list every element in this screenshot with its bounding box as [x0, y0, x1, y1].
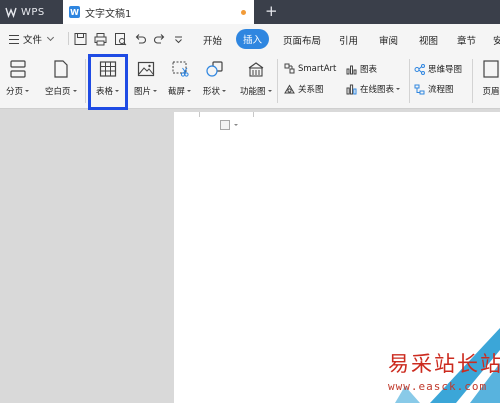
- relation-chart-label: 关系图: [298, 85, 324, 95]
- wps-tab-label: WPS: [21, 6, 45, 18]
- online-chart-icon: [346, 84, 357, 94]
- shapes-icon: [204, 58, 226, 80]
- dropdown-caret-icon: [72, 90, 77, 92]
- header-label: 页眉: [482, 87, 500, 97]
- online-chart-button[interactable]: 在线图表: [346, 83, 401, 95]
- flowchart-label: 流程图: [428, 85, 454, 95]
- page-break-button[interactable]: 分页: [6, 58, 30, 97]
- smartart-icon: [284, 63, 295, 74]
- ribbon-divider: [472, 59, 473, 103]
- relation-chart-icon: [284, 84, 295, 93]
- dropdown-caret-icon: [234, 124, 238, 126]
- tab-references[interactable]: 引用: [339, 33, 358, 47]
- blank-page-label: 空白页: [45, 87, 71, 97]
- title-bar: WPS W 文字文稿1 +: [0, 0, 500, 24]
- header-icon: [480, 58, 500, 80]
- picture-label: 图片: [134, 87, 152, 97]
- screenshot-label: 截屏: [168, 87, 186, 97]
- customize-toolbar-icon[interactable]: [172, 31, 185, 45]
- print-icon[interactable]: [94, 31, 107, 46]
- file-menu-button[interactable]: 文件: [9, 32, 55, 46]
- tab-chapter[interactable]: 章节: [457, 33, 476, 47]
- tab-view[interactable]: 视图: [419, 33, 438, 47]
- relation-chart-button[interactable]: 关系图: [284, 83, 324, 95]
- dropdown-caret-icon: [267, 90, 272, 92]
- mind-map-label: 思维导图: [428, 65, 463, 75]
- save-icon[interactable]: [74, 31, 87, 45]
- unsaved-indicator-icon: [241, 10, 246, 15]
- dropdown-caret-icon: [153, 90, 158, 92]
- mind-map-icon: [414, 63, 425, 75]
- smartart-button[interactable]: SmartArt: [284, 63, 336, 74]
- function-chart-button[interactable]: 功能图: [240, 58, 272, 97]
- ribbon-divider: [409, 59, 410, 103]
- page-break-icon: [7, 58, 29, 80]
- tab-start[interactable]: 开始: [203, 33, 222, 47]
- document-tab-title: 文字文稿1: [85, 8, 132, 20]
- document-tab[interactable]: W 文字文稿1: [63, 0, 254, 24]
- blank-page-icon: [50, 58, 72, 80]
- function-chart-label: 功能图: [240, 87, 266, 97]
- menu-divider: [68, 32, 69, 45]
- hamburger-menu-icon: [9, 34, 19, 44]
- ribbon-divider: [277, 59, 278, 103]
- chart-icon: [346, 65, 357, 74]
- paste-options-button[interactable]: [220, 120, 238, 130]
- ribbon-divider: [85, 59, 86, 103]
- flowchart-button[interactable]: 流程图: [414, 83, 454, 95]
- redo-icon[interactable]: [153, 31, 166, 45]
- dropdown-caret-icon: [187, 90, 192, 92]
- insert-ribbon: 分页 空白页 表格 图片 截屏 形状 功能图 SmartArt 图表 关系图 在…: [0, 53, 500, 109]
- shapes-button[interactable]: 形状: [203, 58, 227, 97]
- chevron-down-icon: [46, 33, 55, 42]
- tab-page-layout[interactable]: 页面布局: [283, 33, 321, 47]
- page-break-label: 分页: [6, 87, 24, 97]
- chart-button[interactable]: 图表: [346, 63, 377, 75]
- page-margin-mark: [253, 112, 277, 117]
- page-margin-mark: [188, 112, 200, 117]
- file-menu-label: 文件: [23, 35, 43, 46]
- print-preview-icon[interactable]: [114, 31, 127, 46]
- dropdown-caret-icon: [222, 90, 227, 92]
- watermark-url: www.easck.com: [388, 380, 488, 393]
- paste-options-icon: [220, 120, 230, 130]
- flowchart-icon: [414, 84, 425, 94]
- picture-icon: [135, 58, 157, 80]
- wps-home-tab[interactable]: WPS: [0, 0, 62, 24]
- menu-bar: 文件 开始 插入 页面布局 引用 审阅 视图 章节 安: [0, 24, 500, 53]
- smartart-label: SmartArt: [298, 63, 337, 74]
- tab-security[interactable]: 安: [493, 33, 500, 47]
- new-tab-button[interactable]: +: [265, 3, 278, 19]
- undo-icon[interactable]: [134, 31, 147, 45]
- watermark-text: 易采站长站: [388, 352, 500, 376]
- online-chart-label: 在线图表: [360, 85, 395, 95]
- writer-doc-icon: W: [69, 6, 80, 18]
- picture-button[interactable]: 图片: [134, 58, 158, 97]
- function-chart-icon: [245, 58, 267, 80]
- shapes-label: 形状: [203, 87, 221, 97]
- screenshot-icon: [169, 58, 191, 80]
- dropdown-caret-icon: [396, 88, 401, 90]
- tab-insert[interactable]: 插入: [236, 29, 270, 49]
- dropdown-caret-icon: [25, 90, 30, 92]
- wps-logo-icon: [5, 7, 17, 18]
- header-button[interactable]: 页眉: [480, 58, 500, 97]
- mind-map-button[interactable]: 思维导图: [414, 63, 462, 75]
- blank-page-button[interactable]: 空白页: [45, 58, 77, 97]
- screenshot-button[interactable]: 截屏: [168, 58, 192, 97]
- tab-review[interactable]: 审阅: [379, 33, 398, 47]
- chart-label: 图表: [360, 65, 378, 75]
- table-button-highlight: [88, 54, 128, 110]
